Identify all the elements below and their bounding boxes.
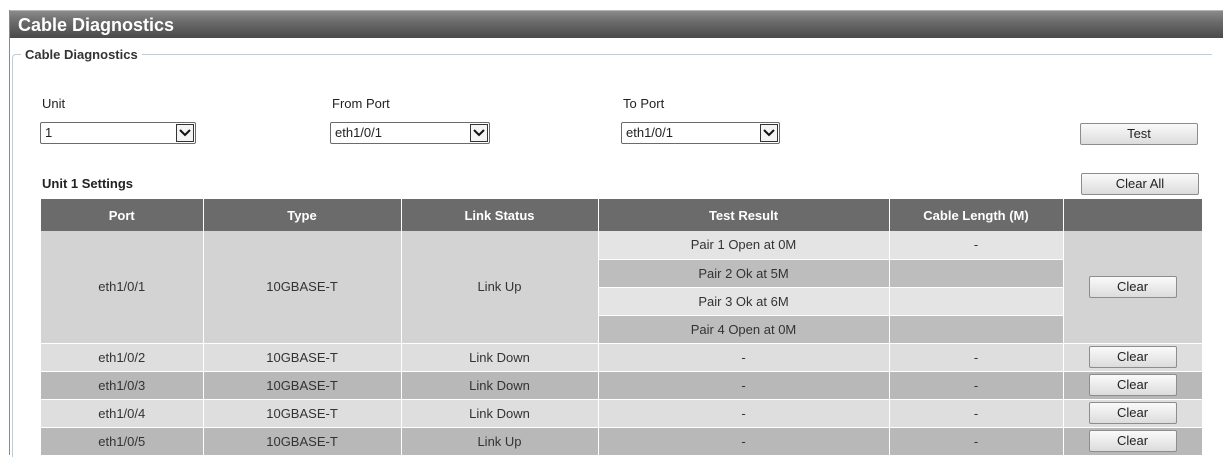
unit-label: Unit	[42, 96, 66, 111]
action-cell: Clear	[1063, 371, 1203, 400]
test-result-cell: -	[598, 343, 890, 372]
test-result-cell: -	[598, 427, 890, 456]
test-result-cell: Pair 4 Open at 0M	[598, 315, 890, 344]
cable-length-cell: -	[889, 231, 1064, 260]
table-row: eth1/0/3 10GBASE-T Link Down - - Clear	[41, 371, 1203, 400]
test-result-cell: Pair 3 Ok at 6M	[598, 287, 890, 316]
column-header-type: Type	[203, 199, 402, 231]
test-result-cell: -	[598, 399, 890, 428]
column-header-action	[1063, 199, 1203, 231]
table-row: eth1/0/5 10GBASE-T Link Up - - Clear	[41, 427, 1203, 456]
link-status-cell: Link Down	[401, 371, 599, 400]
cable-length-cell: -	[889, 427, 1064, 456]
cable-diagnostics-table: Port Type Link Status Test Result Cable …	[41, 199, 1203, 456]
port-cell: eth1/0/5	[41, 427, 204, 456]
type-cell: 10GBASE-T	[203, 371, 402, 400]
port-cell: eth1/0/3	[41, 371, 204, 400]
chevron-down-icon[interactable]	[760, 124, 778, 142]
link-status-cell: Link Up	[401, 231, 599, 344]
to-port-label: To Port	[623, 96, 665, 111]
from-port-label: From Port	[332, 96, 390, 111]
clear-button[interactable]: Clear	[1088, 275, 1177, 298]
clear-button[interactable]: Clear	[1088, 346, 1177, 368]
table-row: eth1/0/2 10GBASE-T Link Down - - Clear	[41, 343, 1203, 372]
type-cell: 10GBASE-T	[203, 399, 402, 428]
link-status-cell: Link Up	[401, 427, 599, 456]
test-button[interactable]: Test	[1080, 123, 1198, 145]
unit-select[interactable]: 1	[40, 122, 196, 144]
link-status-cell: Link Down	[401, 399, 599, 428]
column-header-test-result: Test Result	[598, 199, 890, 231]
clear-button[interactable]: Clear	[1088, 402, 1177, 424]
chevron-down-icon[interactable]	[176, 124, 194, 142]
to-port-select-value: eth1/0/1	[626, 125, 673, 140]
unit-settings-title: Unit 1 Settings	[42, 176, 134, 191]
port-cell: eth1/0/4	[41, 399, 204, 428]
action-cell: Clear	[1063, 399, 1203, 428]
clear-button[interactable]: Clear	[1088, 430, 1177, 452]
chevron-down-icon[interactable]	[470, 124, 488, 142]
cable-length-cell	[889, 259, 1064, 288]
to-port-select[interactable]: eth1/0/1	[621, 122, 780, 144]
cable-length-cell: -	[889, 343, 1064, 372]
cable-length-cell	[889, 315, 1064, 344]
action-cell: Clear	[1063, 427, 1203, 456]
action-cell: Clear	[1063, 343, 1203, 372]
from-port-select[interactable]: eth1/0/1	[330, 122, 490, 144]
test-result-cell: Pair 2 Ok at 5M	[598, 259, 890, 288]
cable-length-cell	[889, 287, 1064, 316]
action-cell: Clear	[1063, 231, 1203, 344]
test-result-cell: Pair 1 Open at 0M	[598, 231, 890, 260]
type-cell: 10GBASE-T	[203, 427, 402, 456]
table-row: eth1/0/4 10GBASE-T Link Down - - Clear	[41, 399, 1203, 428]
column-header-link-status: Link Status	[401, 199, 599, 231]
column-header-cable-length: Cable Length (M)	[889, 199, 1064, 231]
type-cell: 10GBASE-T	[203, 231, 402, 344]
clear-all-button[interactable]: Clear All	[1081, 173, 1199, 195]
port-cell: eth1/0/2	[41, 343, 204, 372]
clear-button[interactable]: Clear	[1088, 374, 1177, 396]
type-cell: 10GBASE-T	[203, 343, 402, 372]
from-port-select-value: eth1/0/1	[335, 125, 382, 140]
table-row: eth1/0/1 10GBASE-T Link Up Pair 1 Open a…	[41, 231, 1203, 344]
port-cell: eth1/0/1	[41, 231, 204, 344]
group-legend: Cable Diagnostics	[25, 47, 138, 62]
page-title: Cable Diagnostics	[10, 10, 1223, 38]
cable-length-cell: -	[889, 371, 1064, 400]
test-result-cell: -	[598, 371, 890, 400]
cable-length-cell: -	[889, 399, 1064, 428]
table-header-row: Port Type Link Status Test Result Cable …	[41, 199, 1203, 231]
column-header-port: Port	[41, 199, 204, 231]
link-status-cell: Link Down	[401, 343, 599, 372]
unit-select-value: 1	[45, 125, 53, 140]
